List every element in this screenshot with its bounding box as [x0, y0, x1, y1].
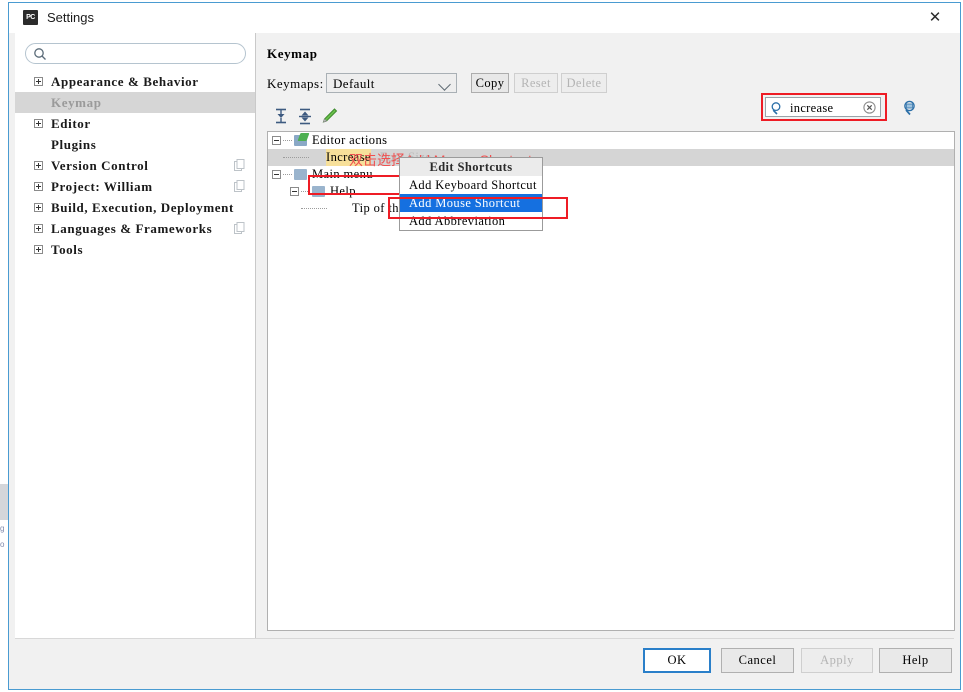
collapse-toggle-icon[interactable] — [272, 170, 281, 179]
tree-row-label: Help — [330, 184, 356, 198]
keymap-panel: Keymap Keymaps: Default Copy Reset Delet… — [257, 33, 955, 640]
sidebar-item-label: Appearance & Behavior — [51, 74, 199, 89]
collapse-all-icon[interactable] — [294, 105, 316, 127]
context-menu-header: Edit Shortcuts — [400, 158, 542, 176]
expand-icon[interactable] — [34, 77, 43, 86]
expand-icon[interactable] — [34, 245, 43, 254]
sidebar-item-project[interactable]: Project: William — [15, 176, 255, 197]
tree-line — [301, 208, 327, 210]
settings-category-list: Appearance & Behavior Keymap Editor Plug… — [15, 71, 255, 260]
copy-keymap-button[interactable]: Copy — [471, 73, 509, 93]
expand-icon[interactable] — [34, 224, 43, 233]
sidebar-item-label: Languages & Frameworks — [51, 221, 213, 236]
keymaps-label: Keymaps: — [267, 76, 324, 91]
expand-icon[interactable] — [34, 203, 43, 212]
search-icon — [34, 48, 46, 60]
sidebar-item-label: Project: William — [51, 179, 153, 194]
title-bar: PC Settings ✕ — [9, 3, 960, 33]
menu-item-add-mouse-shortcut[interactable]: Add Mouse Shortcut — [400, 194, 542, 212]
expand-icon[interactable] — [34, 119, 43, 128]
sidebar-item-tools[interactable]: Tools — [15, 239, 255, 260]
sidebar-item-label: Editor — [51, 116, 91, 131]
keymap-select[interactable]: Default — [326, 73, 457, 93]
sidebar-item-label: Keymap — [51, 95, 102, 110]
reset-keymap-button: Reset — [514, 73, 558, 93]
keymap-filter-box[interactable] — [765, 97, 881, 117]
chevron-down-icon — [438, 78, 451, 91]
folder-icon — [312, 186, 325, 197]
sidebar-item-version-control[interactable]: Version Control — [15, 155, 255, 176]
tree-row-label: Editor actions — [312, 133, 388, 147]
help-button[interactable]: Help — [879, 648, 952, 673]
background-window-text-2: o — [0, 540, 5, 549]
search-icon — [771, 102, 781, 115]
sidebar-item-plugins[interactable]: Plugins — [15, 134, 255, 155]
find-by-shortcut-icon[interactable] — [902, 99, 920, 117]
sidebar-item-label: Plugins — [51, 137, 97, 152]
settings-window: PC Settings ✕ Appearance & Behavior Keym… — [8, 2, 961, 690]
background-window-text: g — [0, 524, 5, 533]
tree-row-tip-of-the-day[interactable]: Tip of the Day — [268, 200, 954, 217]
edit-pencil-icon[interactable] — [318, 105, 340, 127]
expand-icon[interactable] — [34, 161, 43, 170]
keymap-select-value: Default — [333, 76, 375, 91]
copy-settings-icon[interactable] — [234, 222, 245, 234]
sidebar-search-input[interactable] — [52, 46, 241, 63]
settings-sidebar: Appearance & Behavior Keymap Editor Plug… — [15, 33, 256, 640]
expand-icon[interactable] — [34, 182, 43, 191]
copy-settings-icon[interactable] — [234, 180, 245, 192]
ok-button[interactable]: OK — [643, 648, 711, 673]
sidebar-search[interactable] — [25, 43, 246, 64]
tree-line — [283, 174, 292, 176]
sidebar-item-label: Version Control — [51, 158, 149, 173]
menu-item-add-abbreviation[interactable]: Add Abbreviation — [400, 212, 542, 230]
cancel-button[interactable]: Cancel — [721, 648, 794, 673]
expand-all-icon[interactable] — [270, 105, 292, 127]
folder-icon — [294, 135, 307, 146]
close-icon[interactable]: ✕ — [918, 7, 952, 29]
keymap-tree: Editor actions Increase Font Size Main m… — [267, 131, 955, 631]
pycharm-icon: PC — [23, 10, 38, 25]
sidebar-item-build[interactable]: Build, Execution, Deployment — [15, 197, 255, 218]
clear-icon[interactable] — [863, 101, 876, 114]
tree-line — [301, 191, 310, 193]
page-title: Keymap — [267, 46, 318, 61]
sidebar-item-appearance[interactable]: Appearance & Behavior — [15, 71, 255, 92]
context-menu: Edit Shortcuts Add Keyboard Shortcut Add… — [399, 157, 543, 231]
sidebar-item-label: Tools — [51, 242, 84, 257]
keymap-filter-input[interactable] — [788, 100, 858, 117]
tree-row-help[interactable]: Help — [268, 183, 954, 200]
sidebar-item-label: Build, Execution, Deployment — [51, 200, 234, 215]
dialog-footer: OK Cancel Apply Help — [15, 638, 954, 683]
copy-settings-icon[interactable] — [234, 159, 245, 171]
tree-line — [283, 157, 309, 159]
menu-item-add-keyboard-shortcut[interactable]: Add Keyboard Shortcut — [400, 176, 542, 194]
folder-icon — [294, 169, 307, 180]
sidebar-item-keymap[interactable]: Keymap — [15, 92, 255, 113]
background-window-artifact — [0, 484, 8, 520]
window-title: Settings — [47, 10, 94, 25]
tree-line — [283, 140, 292, 142]
collapse-toggle-icon[interactable] — [272, 136, 281, 145]
collapse-toggle-icon[interactable] — [290, 187, 299, 196]
delete-keymap-button: Delete — [561, 73, 607, 93]
sidebar-item-languages[interactable]: Languages & Frameworks — [15, 218, 255, 239]
apply-button: Apply — [801, 648, 873, 673]
tree-row-editor-actions[interactable]: Editor actions — [268, 132, 954, 149]
sidebar-item-editor[interactable]: Editor — [15, 113, 255, 134]
